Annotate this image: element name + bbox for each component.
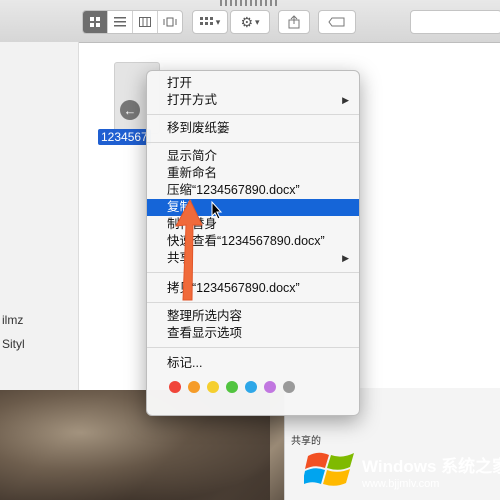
menu-item-compress[interactable]: 压缩“1234567890.docx”	[147, 182, 359, 199]
menu-item-label: 拷贝“1234567890.docx”	[167, 281, 300, 295]
menu-item-share[interactable]: 共享 ▶	[147, 250, 359, 267]
window-resize-grip	[220, 0, 280, 6]
menu-item-label: 显示简介	[167, 149, 218, 163]
menu-item-make-alias[interactable]: 制作替身	[147, 216, 359, 233]
column-view-icon[interactable]	[133, 11, 158, 33]
finder-sidebar: ilmz Sityl	[0, 42, 79, 390]
search-field[interactable]	[410, 10, 500, 34]
tag-color-dot[interactable]	[264, 381, 276, 393]
file-name-label[interactable]: 1234567	[98, 129, 151, 145]
menu-separator	[147, 272, 359, 273]
menu-item-copy[interactable]: 拷贝“1234567890.docx”	[147, 280, 359, 297]
tag-color-dot[interactable]	[283, 381, 295, 393]
action-button[interactable]: ⚙ ▾	[230, 10, 270, 34]
menu-separator	[147, 114, 359, 115]
watermark-brand: Windows 系统之家	[362, 457, 500, 476]
view-mode-segmented-control[interactable]	[82, 10, 183, 34]
menu-item-label: 制作替身	[167, 217, 218, 231]
menu-item-move-to-trash[interactable]: 移到废纸篓	[147, 120, 359, 137]
tag-color-dot[interactable]	[245, 381, 257, 393]
menu-item-get-info[interactable]: 显示简介	[147, 148, 359, 165]
alias-arrow-icon: ←	[120, 100, 140, 120]
menu-separator	[147, 302, 359, 303]
menu-item-label: 共享	[167, 251, 193, 265]
tag-color-dot[interactable]	[169, 381, 181, 393]
watermark: Windows 系统之家 www.bjjmlv.com	[300, 440, 500, 500]
share-icon	[288, 15, 300, 29]
watermark-url: www.bjjmlv.com	[362, 478, 440, 490]
submenu-arrow-icon: ▶	[342, 95, 349, 105]
menu-item-label: 压缩“1234567890.docx”	[167, 183, 300, 197]
share-button[interactable]	[278, 10, 310, 34]
gallery-view-icon[interactable]	[158, 11, 182, 33]
sidebar-item[interactable]: Sityl	[2, 337, 25, 351]
menu-item-tags[interactable]: 标记...	[147, 355, 359, 372]
menu-item-quick-look[interactable]: 快速查看“1234567890.docx”	[147, 233, 359, 250]
sidebar-item[interactable]: ilmz	[2, 313, 23, 327]
menu-item-duplicate[interactable]: 复制	[147, 199, 359, 216]
arrange-grid-icon	[199, 17, 213, 25]
arrange-button[interactable]: ▾	[192, 10, 228, 34]
menu-item-label: 整理所选内容	[167, 309, 243, 323]
menu-item-label: 移到废纸篓	[167, 121, 230, 135]
menu-separator	[147, 347, 359, 348]
finder-toolbar: ▾ ⚙ ▾	[0, 0, 500, 43]
menu-item-label: 快速查看“1234567890.docx”	[167, 234, 325, 248]
gear-icon: ⚙	[240, 13, 254, 30]
menu-item-label: 复制	[167, 200, 193, 214]
context-menu: 打开 打开方式 ▶ 移到废纸篓 显示简介 重新命名 压缩“1234567890.d…	[146, 70, 360, 416]
menu-item-open[interactable]: 打开	[147, 75, 359, 92]
chevron-down-icon: ▾	[255, 16, 260, 27]
menu-item-open-with[interactable]: 打开方式 ▶	[147, 92, 359, 109]
tag-color-dot[interactable]	[207, 381, 219, 393]
menu-item-clean-up-selection[interactable]: 整理所选内容	[147, 308, 359, 325]
menu-item-label: 标记...	[167, 356, 203, 370]
tag-color-dot[interactable]	[226, 381, 238, 393]
list-view-icon[interactable]	[108, 11, 133, 33]
tag-icon	[328, 17, 345, 27]
submenu-arrow-icon: ▶	[342, 253, 349, 263]
menu-item-label: 查看显示选项	[167, 326, 243, 340]
icon-view-icon[interactable]	[83, 11, 108, 33]
chevron-down-icon: ▾	[215, 16, 221, 27]
menu-item-label: 打开	[167, 76, 193, 90]
edit-tags-button[interactable]	[318, 10, 356, 34]
menu-item-show-view-options[interactable]: 查看显示选项	[147, 325, 359, 342]
menu-item-rename[interactable]: 重新命名	[147, 165, 359, 182]
menu-separator	[147, 142, 359, 143]
menu-item-label: 重新命名	[167, 166, 218, 180]
menu-item-label: 打开方式	[167, 93, 218, 107]
windows-logo-icon	[304, 452, 354, 486]
tag-color-dot[interactable]	[188, 381, 200, 393]
